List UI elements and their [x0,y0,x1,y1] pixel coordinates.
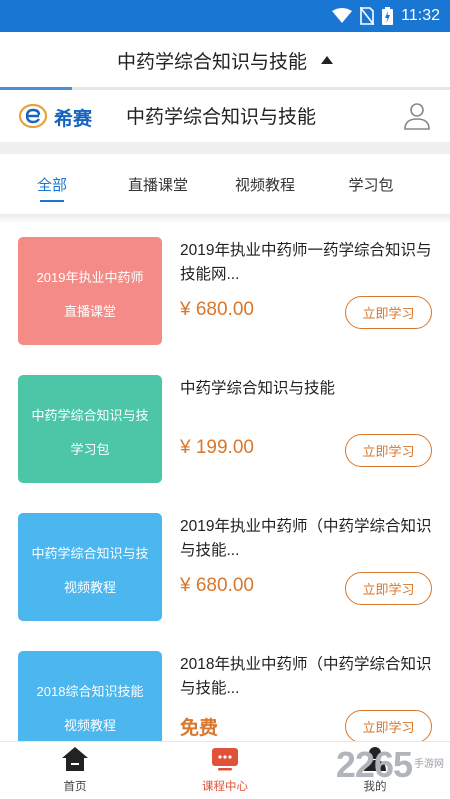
thumb-title: 2018综合知识技能 [36,684,144,699]
nav-home[interactable]: 首页 [0,742,150,799]
tabs-shadow [0,214,450,222]
course-item[interactable]: 中药学综合知识与技 视频教程 2019年执业中药师（中药学综合知识与技能... … [0,513,450,651]
tab-all[interactable]: 全部 [0,154,104,214]
no-sim-icon [360,7,375,25]
course-item[interactable]: 中药学综合知识与技 学习包 中药学综合知识与技能 ¥ 199.00 立即学习 [0,375,450,513]
course-title[interactable]: 2019年执业中药师（中药学综合知识与技能... [180,515,436,563]
tab-video-tutorial[interactable]: 视频教程 [212,154,318,214]
page-title: 中药学综合知识与技能 [116,51,307,73]
wifi-icon [332,8,353,23]
nav-label: 首页 [63,781,87,793]
start-learning-button[interactable]: 立即学习 [345,434,432,467]
course-title[interactable]: 中药学综合知识与技能 [180,377,436,401]
brand-page-title: 中药学综合知识与技能 [126,107,317,128]
course-thumbnail[interactable]: 中药学综合知识与技 学习包 [18,375,162,483]
caret-up-icon [321,56,333,64]
title-dropdown[interactable]: 中药学综合知识与技能 [0,32,450,88]
home-icon [62,747,88,771]
battery-charging-icon [382,7,394,25]
course-price: ¥ 680.00 [180,575,254,596]
course-item[interactable]: 2019年执业中药师 直播课堂 2019年执业中药师一药学综合知识与技能网...… [0,237,450,375]
tab-live-class[interactable]: 直播课堂 [104,154,212,214]
tab-study-pack[interactable]: 学习包 [318,154,424,214]
brand-logo-icon [18,103,48,129]
thumb-title: 2019年执业中药师 [36,270,144,285]
brand-header: 希赛 中药学综合知识与技能 [0,90,450,142]
thumb-subtitle: 视频教程 [63,580,116,595]
nav-course-center[interactable]: 课程中心 [150,742,300,799]
course-title[interactable]: 2019年执业中药师一药学综合知识与技能网... [180,239,436,287]
course-center-icon [212,748,238,771]
tab-active-indicator [40,200,64,202]
watermark: 2265 手游网 [336,742,444,788]
user-icon[interactable] [404,102,430,130]
course-price: 免费 [180,718,219,739]
status-bar: 11:32 [0,0,450,32]
course-title[interactable]: 2018年执业中药师（中药学综合知识与技能... [180,653,436,701]
category-tabs: 全部 直播课堂 视频教程 学习包 [0,154,450,214]
watermark-number: 2265 [335,744,413,785]
course-thumbnail[interactable]: 2019年执业中药师 直播课堂 [18,237,162,345]
thumb-title: 中药学综合知识与技 [31,408,149,423]
status-time: 11:32 [401,7,440,24]
status-icons: 11:32 [332,6,440,26]
tab-label: 视频教程 [234,176,295,194]
course-price: ¥ 199.00 [180,437,254,458]
nav-label: 课程中心 [202,781,248,793]
start-learning-button[interactable]: 立即学习 [345,710,432,743]
course-thumbnail[interactable]: 中药学综合知识与技 视频教程 [18,513,162,621]
watermark-text: 手游网 [414,759,444,770]
tab-label: 直播课堂 [127,176,188,194]
tab-label: 全部 [36,176,67,194]
course-price: ¥ 680.00 [180,299,254,320]
tab-label: 学习包 [348,176,394,194]
section-divider [0,142,450,154]
thumb-title: 中药学综合知识与技 [31,546,149,561]
thumb-subtitle: 学习包 [70,442,110,457]
brand-name: 希赛 [54,109,93,130]
thumb-subtitle: 直播课堂 [63,304,116,319]
start-learning-button[interactable]: 立即学习 [345,296,432,329]
thumb-subtitle: 视频教程 [63,718,116,733]
start-learning-button[interactable]: 立即学习 [345,572,432,605]
